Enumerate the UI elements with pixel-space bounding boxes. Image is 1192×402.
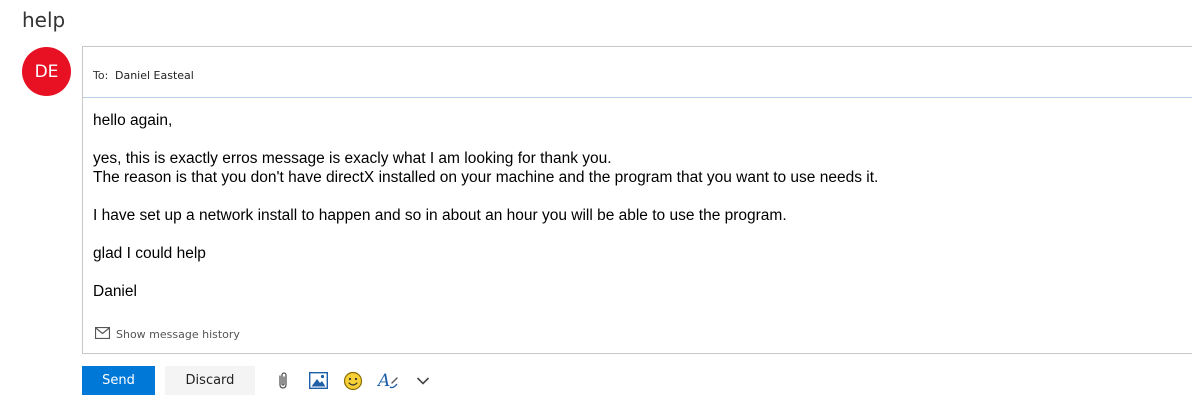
recipient-name[interactable]: Daniel Easteal bbox=[115, 69, 194, 82]
svg-text:A: A bbox=[377, 371, 390, 391]
avatar: DE bbox=[22, 47, 71, 96]
body-line: hello again, bbox=[93, 112, 173, 129]
body-line: yes, this is exactly erros message is ex… bbox=[93, 150, 612, 167]
discard-button[interactable]: Discard bbox=[165, 366, 255, 395]
message-subject: help bbox=[22, 8, 66, 32]
paperclip-icon[interactable] bbox=[269, 366, 297, 395]
show-message-history-label: Show message history bbox=[116, 328, 240, 341]
emoji-icon[interactable] bbox=[339, 366, 367, 395]
chevron-down-icon[interactable] bbox=[409, 366, 437, 395]
body-line: glad I could help bbox=[93, 245, 206, 262]
body-line: I have set up a network install to happe… bbox=[93, 207, 787, 224]
show-message-history-link[interactable]: Show message history bbox=[94, 326, 240, 342]
compose-pane: To: Daniel Easteal hello again, yes, thi… bbox=[82, 46, 1192, 354]
to-label: To: bbox=[93, 69, 109, 82]
compose-toolbar: Send Discard A bbox=[82, 366, 444, 395]
to-field[interactable]: To: Daniel Easteal bbox=[83, 47, 1192, 98]
body-line: The reason is that you don't have direct… bbox=[93, 169, 879, 186]
body-line: Daniel bbox=[93, 283, 137, 300]
message-body[interactable]: hello again, yes, this is exactly erros … bbox=[93, 111, 878, 301]
send-button[interactable]: Send bbox=[82, 366, 155, 395]
format-text-icon[interactable]: A bbox=[374, 366, 402, 395]
envelope-icon bbox=[94, 326, 111, 342]
image-icon[interactable] bbox=[304, 366, 332, 395]
avatar-initials: DE bbox=[34, 61, 59, 82]
